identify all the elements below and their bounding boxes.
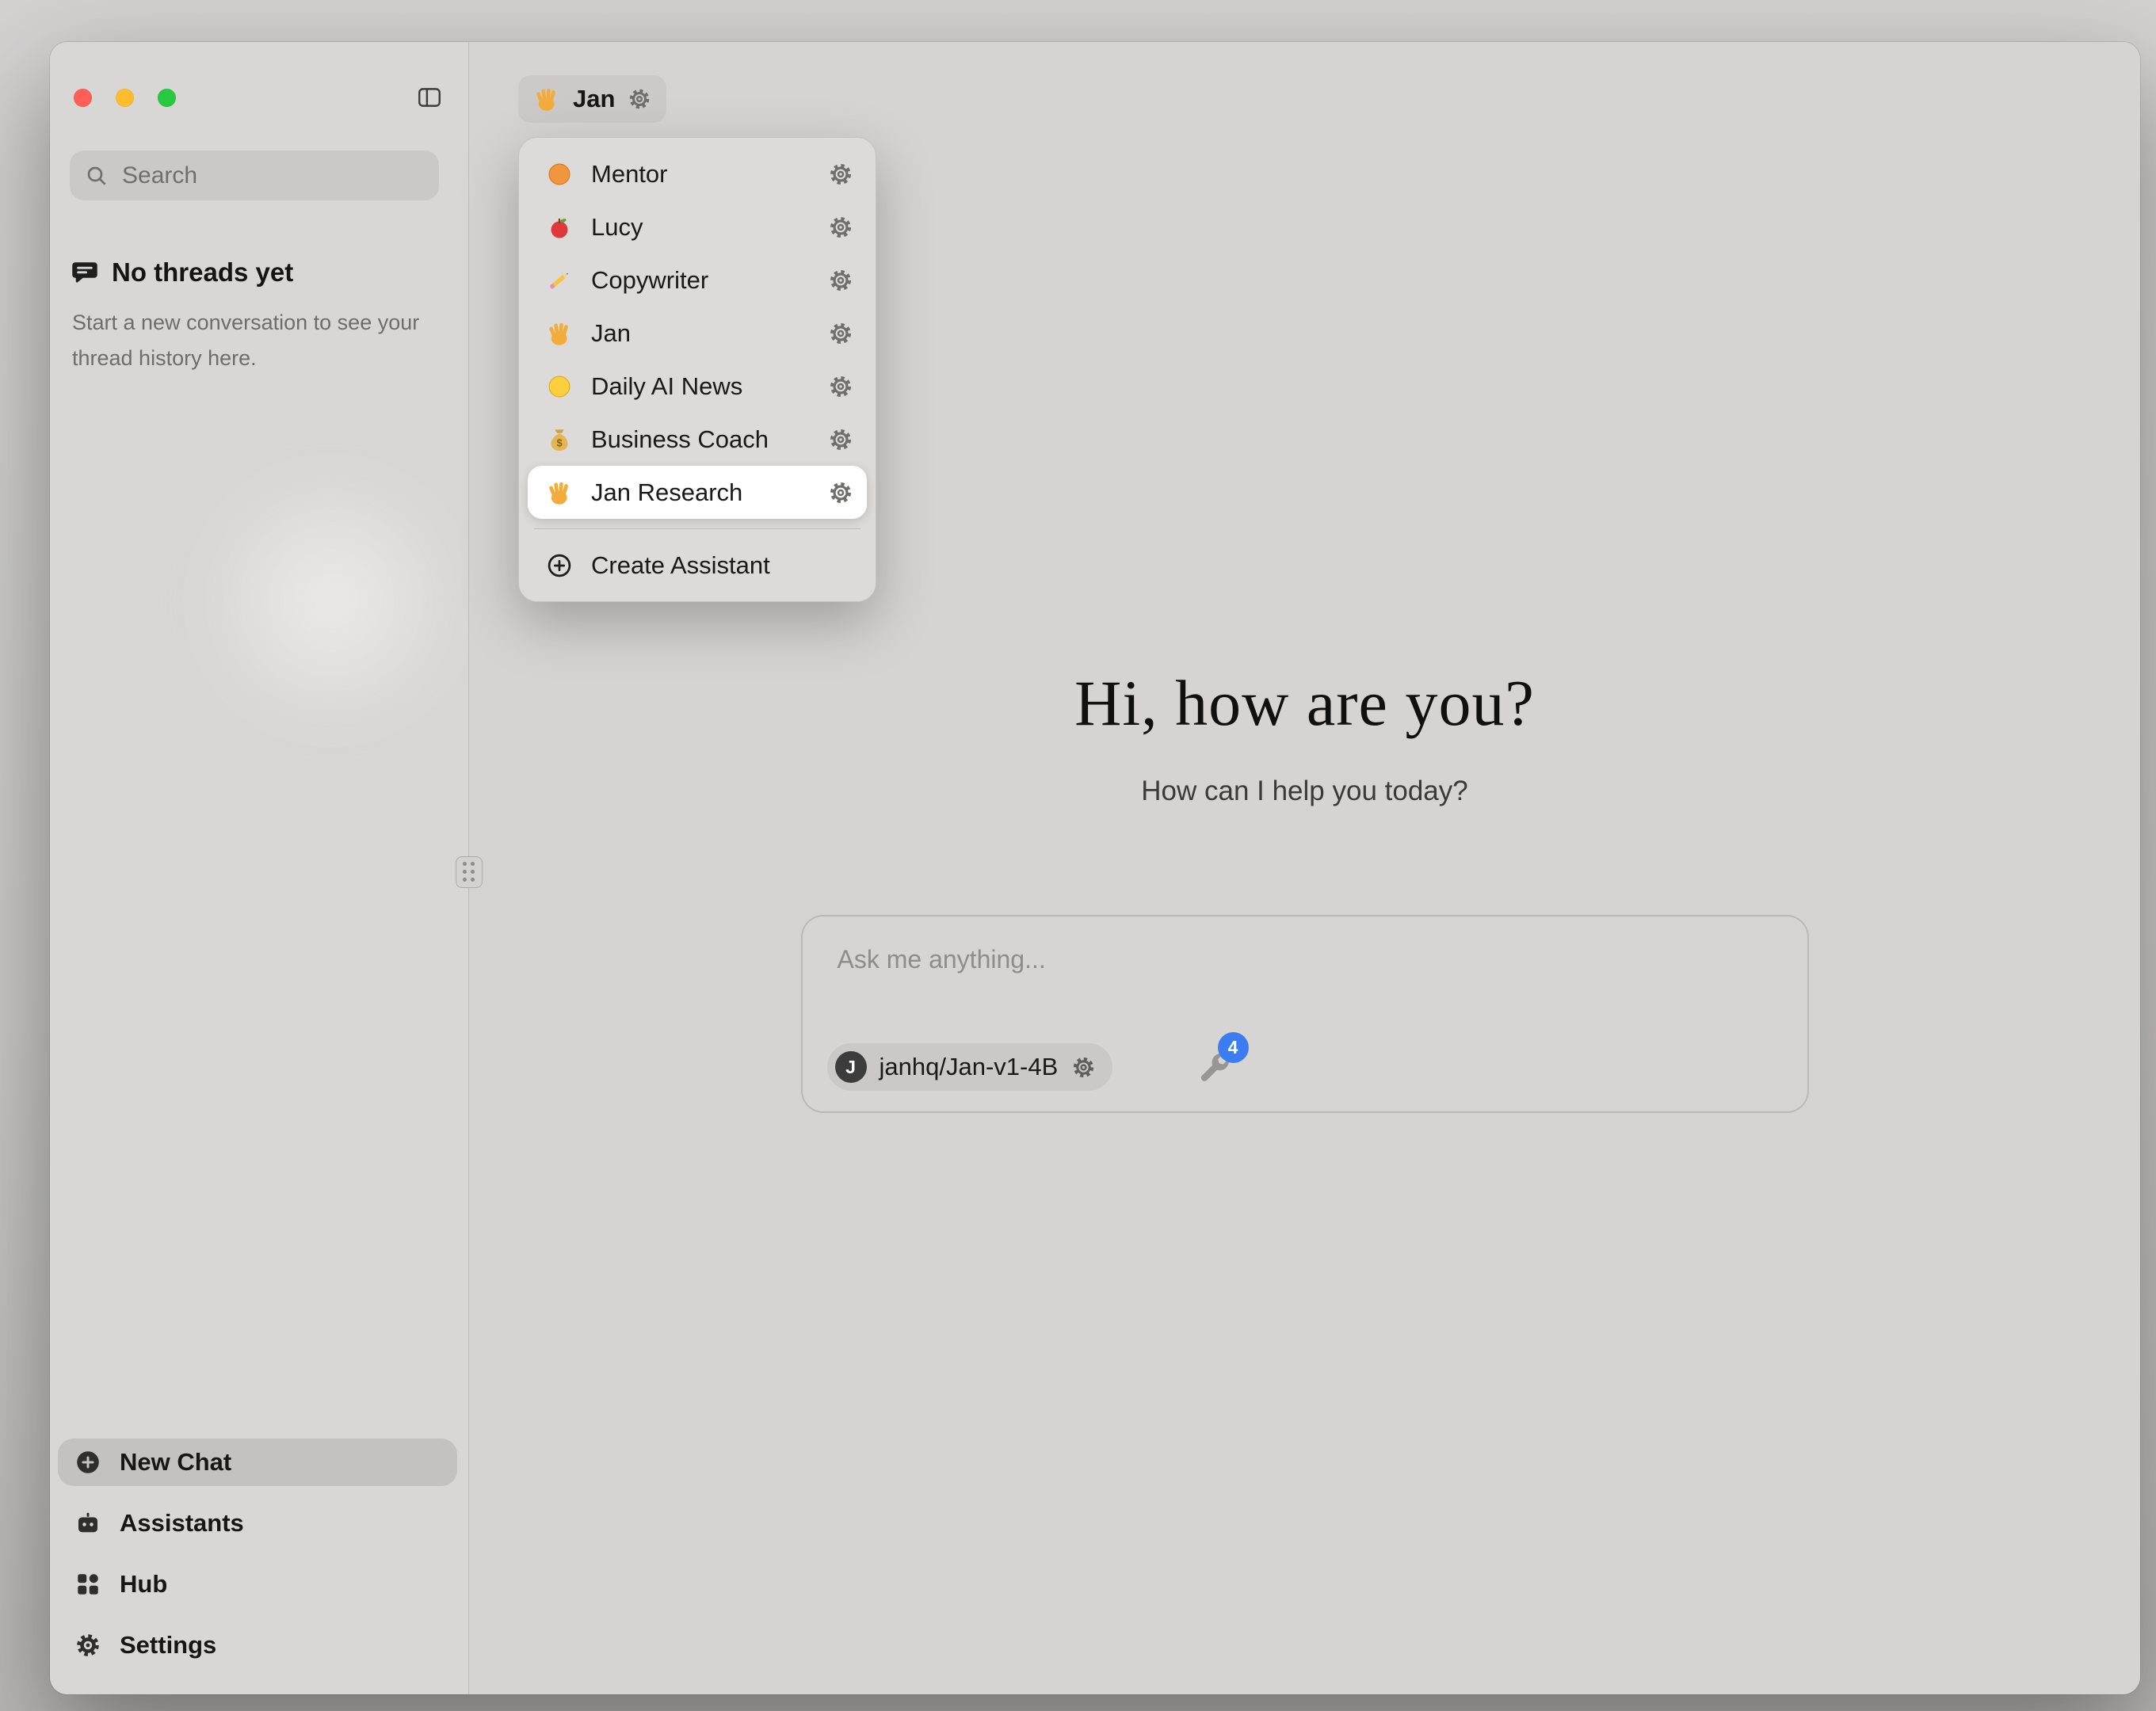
create-assistant-button[interactable]: Create Assistant xyxy=(528,539,867,592)
menu-divider xyxy=(534,528,860,529)
assistant-menu: Mentor Lucy xyxy=(518,137,876,602)
assistant-name: Daily AI News xyxy=(591,372,810,401)
sidebar-nav: New Chat Assistants xyxy=(58,1439,457,1669)
close-window-button[interactable] xyxy=(74,89,92,107)
model-avatar: J xyxy=(835,1051,867,1083)
gear-icon xyxy=(74,1631,102,1660)
greeting-subtitle: How can I help you today? xyxy=(469,775,2140,807)
assistant-menu-item-mentor[interactable]: Mentor xyxy=(528,147,867,200)
assistant-name: Jan xyxy=(591,319,810,348)
sidebar-item-label: Settings xyxy=(120,1631,216,1660)
tools-count-badge: 4 xyxy=(1218,1032,1249,1063)
gear-icon[interactable] xyxy=(827,479,854,506)
orange-circle-icon xyxy=(545,160,574,189)
gear-icon[interactable] xyxy=(827,320,854,347)
model-selector[interactable]: J janhq/Jan-v1-4B xyxy=(827,1043,1113,1091)
sidebar-item-label: Assistants xyxy=(120,1509,244,1538)
gear-icon[interactable] xyxy=(1070,1054,1097,1080)
search-input[interactable] xyxy=(120,162,439,190)
gear-icon[interactable] xyxy=(827,214,854,241)
chat-input[interactable] xyxy=(836,943,1774,1018)
assistant-menu-item-copywriter[interactable]: Copywriter xyxy=(528,253,867,307)
assistant-menu-item-business-coach[interactable]: $ Business Coach xyxy=(528,413,867,466)
sidebar-resize-handle[interactable] xyxy=(456,856,483,888)
greeting-title: Hi, how are you? xyxy=(469,666,2140,741)
sidebar-toggle-button[interactable] xyxy=(413,82,446,113)
model-name: janhq/Jan-v1-4B xyxy=(880,1053,1059,1081)
assistant-name: Jan Research xyxy=(591,478,810,507)
sidebar-item-label: Hub xyxy=(120,1570,167,1599)
apple-icon xyxy=(545,213,574,242)
minimize-window-button[interactable] xyxy=(116,89,134,107)
desktop-background: No threads yet Start a new conversation … xyxy=(0,0,2156,1711)
assistant-selector-button[interactable]: Jan xyxy=(518,75,666,123)
svg-text:$: $ xyxy=(556,436,562,448)
money-bag-icon: $ xyxy=(545,425,574,454)
search-icon xyxy=(84,163,109,189)
current-assistant-name: Jan xyxy=(573,85,615,113)
wave-icon xyxy=(545,478,574,507)
assistants-icon xyxy=(74,1509,102,1538)
gear-icon[interactable] xyxy=(627,86,652,112)
sidebar-item-label: New Chat xyxy=(120,1448,231,1477)
background-blob xyxy=(185,470,469,731)
create-assistant-label: Create Assistant xyxy=(591,551,854,580)
sidebar-item-settings[interactable]: Settings xyxy=(58,1621,457,1669)
assistant-name: Copywriter xyxy=(591,266,810,295)
hub-grid-icon xyxy=(74,1570,102,1599)
sidebar: No threads yet Start a new conversation … xyxy=(50,42,469,1694)
assistant-menu-item-daily-ai-news[interactable]: Daily AI News xyxy=(528,360,867,413)
sidebar-item-hub[interactable]: Hub xyxy=(58,1560,457,1608)
pencil-icon xyxy=(545,266,574,295)
empty-state: No threads yet Start a new conversation … xyxy=(71,257,435,376)
search-bar[interactable] xyxy=(70,151,439,200)
wave-icon xyxy=(532,85,561,113)
assistant-name: Business Coach xyxy=(591,425,810,454)
gear-icon[interactable] xyxy=(827,161,854,188)
assistant-menu-item-jan[interactable]: Jan xyxy=(528,307,867,360)
gear-icon[interactable] xyxy=(827,373,854,400)
chat-bubble-icon xyxy=(71,258,99,287)
assistant-name: Lucy xyxy=(591,213,810,242)
greeting: Hi, how are you? How can I help you toda… xyxy=(469,666,2140,807)
chat-composer[interactable]: J janhq/Jan-v1-4B 4 xyxy=(801,915,1809,1113)
gear-icon[interactable] xyxy=(827,267,854,294)
wave-icon xyxy=(545,319,574,348)
app-window: No threads yet Start a new conversation … xyxy=(50,42,2140,1694)
empty-state-description: Start a new conversation to see your thr… xyxy=(71,305,435,376)
window-controls xyxy=(74,89,176,107)
zoom-window-button[interactable] xyxy=(158,89,176,107)
assistant-menu-item-jan-research[interactable]: Jan Research xyxy=(528,466,867,519)
empty-state-title: No threads yet xyxy=(112,257,293,288)
gear-icon[interactable] xyxy=(827,426,854,453)
sidebar-item-new-chat[interactable]: New Chat xyxy=(58,1439,457,1486)
plus-outline-icon xyxy=(545,551,574,580)
plus-circle-icon xyxy=(74,1448,102,1477)
main-area: Jan Mentor xyxy=(469,42,2140,1694)
sidebar-item-assistants[interactable]: Assistants xyxy=(58,1500,457,1547)
assistant-menu-item-lucy[interactable]: Lucy xyxy=(528,200,867,253)
yellow-circle-icon xyxy=(545,372,574,401)
sidebar-panel-icon xyxy=(414,84,445,111)
assistant-name: Mentor xyxy=(591,160,810,189)
